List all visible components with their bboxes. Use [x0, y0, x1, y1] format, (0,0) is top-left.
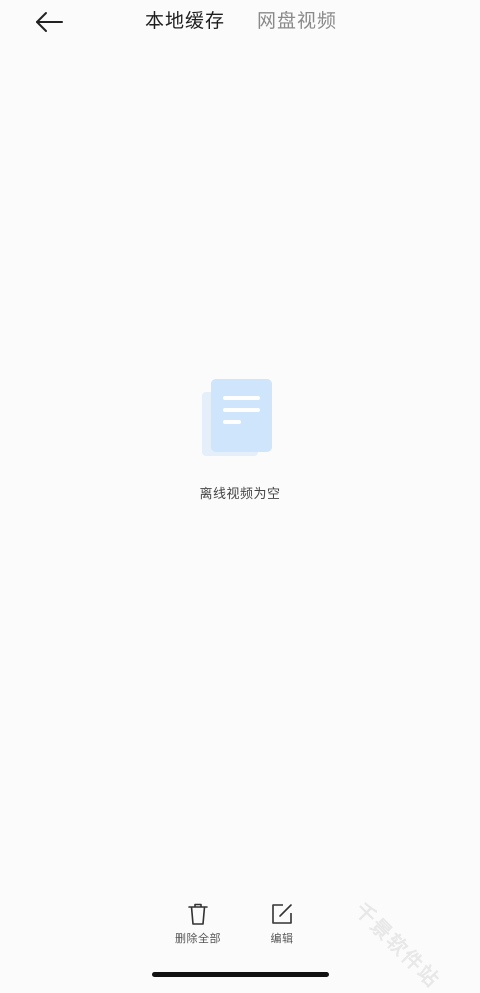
- back-button[interactable]: [32, 8, 66, 36]
- edit-label: 编辑: [270, 932, 294, 945]
- tab-local-cache[interactable]: 本地缓存: [145, 8, 225, 34]
- home-indicator: [152, 972, 329, 977]
- trash-icon: [188, 903, 208, 925]
- empty-state: 离线视频为空: [0, 370, 480, 510]
- document-icon: [202, 379, 272, 456]
- edit-icon: [272, 904, 292, 924]
- edit-button[interactable]: 编辑: [252, 900, 312, 946]
- top-nav: 本地缓存 网盘视频: [0, 0, 480, 44]
- back-arrow-icon: [36, 12, 63, 32]
- delete-all-button[interactable]: 删除全部: [168, 900, 228, 946]
- empty-message: 离线视频为空: [199, 487, 281, 502]
- delete-all-label: 删除全部: [175, 932, 221, 945]
- tab-cloud-videos[interactable]: 网盘视频: [257, 8, 337, 34]
